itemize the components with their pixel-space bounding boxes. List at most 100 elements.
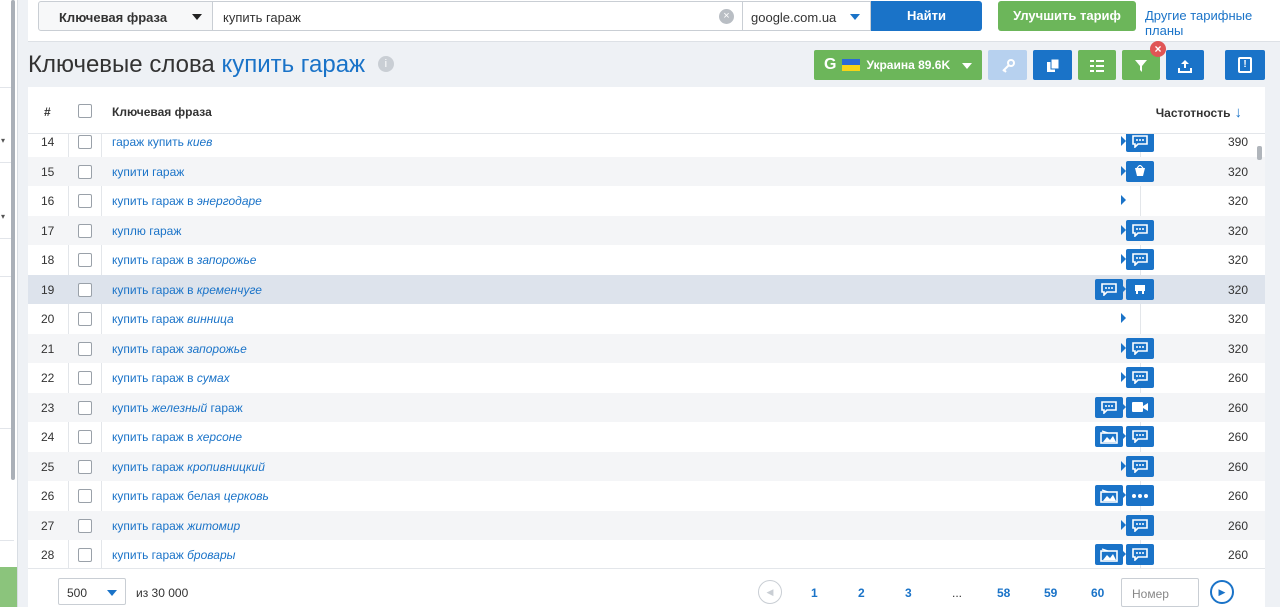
row-checkbox[interactable] [78, 253, 92, 267]
clear-filter-icon[interactable]: × [1150, 41, 1166, 57]
basket-icon[interactable] [1126, 160, 1154, 182]
chevron-icon[interactable]: ▾ [1, 212, 5, 221]
chat-icon[interactable] [1126, 131, 1154, 152]
chat-icon[interactable] [1126, 249, 1154, 270]
table-row[interactable]: 18 купить гараж в запорожье 320 [28, 245, 1265, 274]
image-icon[interactable] [1095, 544, 1123, 565]
chat-icon[interactable] [1126, 455, 1154, 477]
table-row[interactable]: 27 купить гараж житомир 260 [28, 510, 1265, 540]
expand-arrow-icon[interactable] [1121, 372, 1126, 382]
chat-icon[interactable] [1126, 337, 1154, 359]
more-icon[interactable] [1126, 485, 1154, 506]
keyword-link[interactable]: гараж купить киев [112, 135, 212, 149]
table-row[interactable]: 24 купить гараж в херсоне 260 [28, 422, 1265, 451]
chat-icon[interactable] [1126, 544, 1154, 565]
expand-arrow-icon[interactable] [1121, 195, 1126, 205]
keyword-link[interactable]: купить гараж в кременчуге [112, 283, 262, 297]
chat-icon[interactable] [1126, 426, 1154, 447]
info-icon[interactable]: i [377, 55, 394, 72]
other-plans-link[interactable]: Другие тарифные планы [1145, 8, 1280, 38]
keyword-link[interactable]: купить гараж в энергодаре [112, 194, 262, 208]
prev-page-icon[interactable]: ◀ [758, 580, 782, 604]
row-checkbox[interactable] [78, 430, 92, 444]
column-header-keyword[interactable]: Ключевая фраза [112, 105, 212, 119]
expand-arrow-icon[interactable] [1121, 136, 1126, 146]
chat-icon[interactable] [1126, 219, 1154, 241]
help-button[interactable]: ! [1225, 50, 1265, 80]
expand-arrow-icon[interactable] [1121, 342, 1126, 353]
search-engine-select[interactable]: google.com.ua [743, 1, 871, 31]
chevron-icon[interactable]: ▾ [1, 136, 5, 145]
copy-button[interactable] [1033, 50, 1072, 80]
keyword-link[interactable]: купить гараж бровары [112, 548, 235, 562]
row-checkbox[interactable] [78, 371, 92, 385]
row-checkbox[interactable] [78, 223, 92, 238]
sidebar-scrollbar[interactable] [11, 0, 15, 480]
page-link[interactable]: 58 [997, 586, 1010, 600]
keyword-link[interactable]: купить гараж житомир [112, 519, 240, 533]
per-page-select[interactable]: 500 [58, 578, 126, 605]
find-button[interactable]: Найти [871, 1, 982, 31]
row-checkbox[interactable] [78, 518, 92, 533]
row-checkbox[interactable] [78, 459, 92, 474]
table-row[interactable]: 23 купить железный гараж 260 [28, 392, 1265, 422]
column-header-frequency[interactable]: Частотность ↓ [1156, 104, 1242, 121]
row-checkbox[interactable] [78, 312, 92, 326]
page-link[interactable]: 59 [1044, 586, 1057, 600]
expand-arrow-icon[interactable] [1121, 549, 1126, 559]
expand-arrow-icon[interactable] [1121, 519, 1126, 530]
chat-icon[interactable] [1095, 396, 1123, 418]
table-row[interactable]: 19 купить гараж в кременчуге 320 [28, 274, 1265, 304]
table-row[interactable]: 21 купить гараж запорожье 320 [28, 333, 1265, 363]
key-button[interactable] [988, 50, 1027, 80]
upgrade-plan-button[interactable]: Улучшить тариф [998, 1, 1136, 31]
chat-icon[interactable] [1095, 278, 1123, 300]
expand-arrow-icon[interactable] [1121, 313, 1126, 323]
expand-arrow-icon[interactable] [1121, 460, 1126, 471]
expand-arrow-icon[interactable] [1121, 165, 1126, 176]
region-select-button[interactable]: G Украина 89.6K [814, 50, 982, 80]
row-checkbox[interactable] [78, 282, 92, 297]
next-page-icon[interactable]: ▶ [1210, 580, 1234, 604]
table-row[interactable]: 28 купить гараж бровары 260 [28, 540, 1265, 568]
table-row[interactable]: 20 купить гараж винница 320 [28, 304, 1265, 333]
keyword-link[interactable]: куплю гараж [112, 224, 181, 238]
expand-arrow-icon[interactable] [1121, 401, 1126, 412]
export-button[interactable] [1166, 50, 1204, 80]
store-icon[interactable] [1126, 278, 1154, 300]
table-row[interactable]: 26 купить гараж белая церковь 260 [28, 481, 1265, 510]
keyword-link[interactable]: купить гараж белая церковь [112, 489, 269, 503]
table-row[interactable]: 17 куплю гараж 320 [28, 215, 1265, 245]
expand-arrow-icon[interactable] [1121, 490, 1126, 500]
keyword-link[interactable]: купить гараж запорожье [112, 342, 247, 356]
search-type-select[interactable]: Ключевая фраза [38, 1, 213, 31]
row-checkbox[interactable] [78, 135, 92, 149]
row-checkbox[interactable] [78, 548, 92, 562]
table-row[interactable]: 25 купить гараж кропивницкий 260 [28, 451, 1265, 481]
table-row[interactable]: 16 купить гараж в энергодаре 320 [28, 186, 1265, 215]
chat-icon[interactable] [1126, 514, 1154, 536]
image-icon[interactable] [1095, 426, 1123, 447]
page-number-input[interactable]: Номер [1121, 578, 1199, 607]
select-all-checkbox[interactable] [78, 104, 92, 118]
row-checkbox[interactable] [78, 194, 92, 208]
page-link[interactable]: 3 [905, 586, 912, 600]
keyword-link[interactable]: купить гараж кропивницкий [112, 460, 265, 474]
keyword-link[interactable]: купити гараж [112, 165, 184, 179]
table-scrollbar[interactable] [1257, 146, 1262, 160]
row-checkbox[interactable] [78, 341, 92, 356]
keyword-link[interactable]: купить гараж в сумах [112, 371, 230, 385]
expand-arrow-icon[interactable] [1121, 283, 1126, 294]
row-checkbox[interactable] [78, 400, 92, 415]
page-link[interactable]: 1 [811, 586, 818, 600]
table-row[interactable]: 22 купить гараж в сумах 260 [28, 363, 1265, 392]
page-link[interactable]: 60 [1091, 586, 1104, 600]
table-row[interactable]: 15 купити гараж 320 [28, 156, 1265, 186]
page-link[interactable]: 2 [858, 586, 865, 600]
row-checkbox[interactable] [78, 164, 92, 179]
expand-arrow-icon[interactable] [1121, 431, 1126, 441]
video-icon[interactable] [1126, 396, 1154, 418]
chat-icon[interactable] [1126, 367, 1154, 388]
expand-arrow-icon[interactable] [1121, 224, 1126, 235]
search-input[interactable]: купить гараж × [213, 1, 743, 31]
